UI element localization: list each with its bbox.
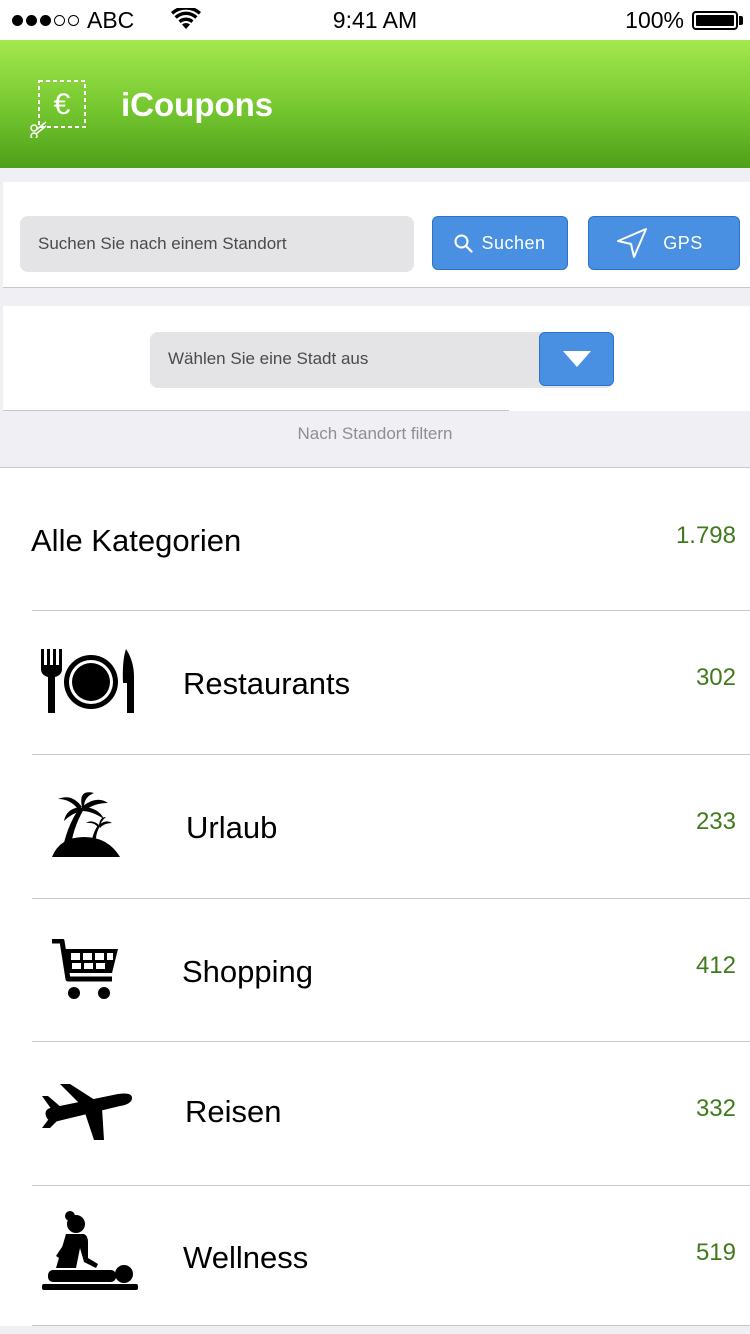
euro-coupon-icon: € [30,80,86,138]
location-arrow-icon [617,228,648,258]
screen: ABC 9:41 AM 100% € iCoupons Suchen Sie n… [0,0,750,1334]
gps-button[interactable]: GPS [588,216,740,270]
category-row-reisen[interactable]: Reisen 332 [0,1042,750,1185]
battery-percentage: 100% [625,7,684,33]
category-row-urlaub[interactable]: Urlaub 233 [0,755,750,898]
location-search-input[interactable] [20,216,414,272]
category-label: Urlaub [186,810,278,845]
svg-text:€: € [54,88,71,121]
search-button-label: Suchen [481,232,546,253]
category-row-shopping[interactable]: Shopping 412 [0,899,750,1042]
category-count: 1.798 [675,522,736,549]
filter-caption: Nach Standort filtern [297,424,453,443]
category-count: 302 [695,664,736,691]
category-row-wellness[interactable]: Wellness 519 [0,1186,750,1329]
search-icon [454,234,474,253]
airplane-icon [42,1084,132,1140]
app-title: iCoupons [121,86,274,123]
gps-button-label: GPS [663,232,703,253]
shopping-cart-icon [52,939,118,999]
category-row-all[interactable]: Alle Kategorien 1.798 [0,468,750,610]
category-list: Alle Kategorien 1.798 Restaurants 302 Ur… [0,468,750,1326]
massage-icon [42,1211,138,1290]
category-row-restaurants[interactable]: Restaurants 302 [0,611,750,754]
bottom-strip [0,1326,750,1334]
triangle-down-icon [562,351,591,367]
app-header: € iCoupons [0,40,750,168]
city-filter-card: Wählen Sie eine Stadt aus [3,306,750,411]
palm-island-icon [52,792,120,857]
category-count: 332 [695,1095,736,1122]
category-label: Alle Kategorien [31,523,242,558]
city-select[interactable]: Wählen Sie eine Stadt aus [150,332,614,388]
category-label: Wellness [183,1240,309,1275]
status-bar: ABC 9:41 AM 100% [0,0,750,40]
category-count: 412 [695,952,736,979]
city-dropdown-button[interactable] [539,332,614,386]
battery-icon [692,11,738,30]
search-button[interactable]: Suchen [432,216,568,270]
city-select-value: Wählen Sie eine Stadt aus [168,349,369,368]
category-count: 519 [695,1239,736,1266]
category-label: Shopping [182,954,314,989]
location-search-card: Suchen GPS [3,182,750,288]
category-label: Restaurants [183,666,351,701]
city-filter-underline [3,410,509,411]
category-label: Reisen [185,1094,282,1129]
category-count: 233 [695,808,736,835]
battery-tip [739,16,743,25]
restaurant-icon [41,649,134,713]
